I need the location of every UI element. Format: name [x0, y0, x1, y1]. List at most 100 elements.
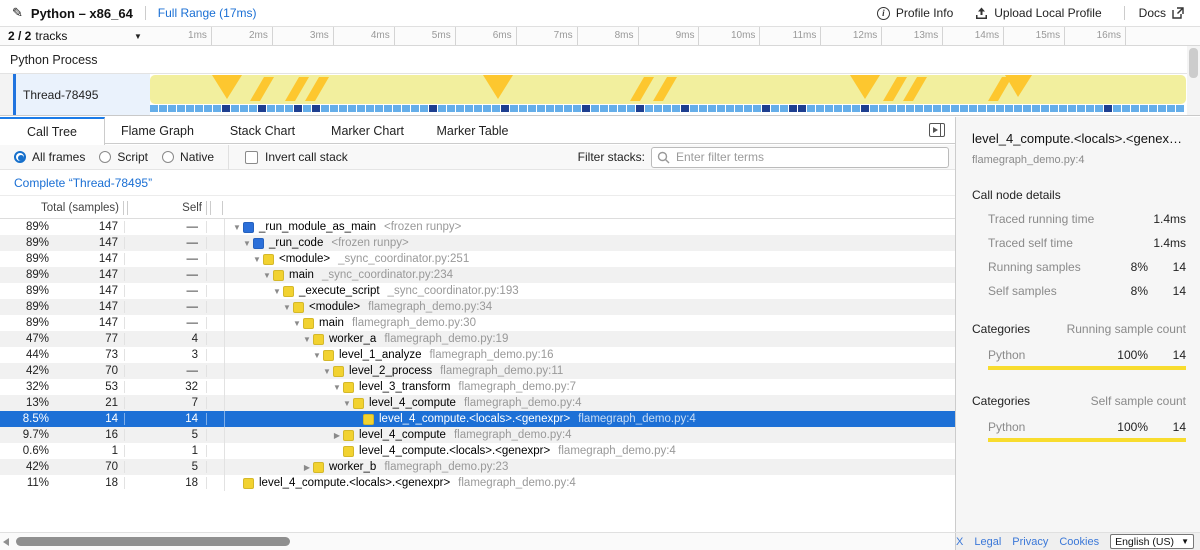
invert-call-stack-checkbox[interactable]	[245, 151, 258, 164]
calltree-row[interactable]: 42%705▶worker_bflamegraph_demo.py:23	[0, 459, 955, 475]
breadcrumb[interactable]: Complete “Thread-78495”	[14, 176, 152, 190]
calltree-row[interactable]: 0.6%11level_4_compute.<locals>.<genexpr>…	[0, 443, 955, 459]
sample-cluster	[1050, 105, 1058, 112]
upload-profile-button[interactable]: Upload Local Profile	[975, 6, 1101, 20]
sample-cluster	[204, 105, 212, 112]
cell-total: 147	[55, 221, 125, 233]
tab-marker-table[interactable]: Marker Table	[420, 117, 525, 144]
twisty-down-icon[interactable]: ▼	[281, 303, 293, 312]
sample-cluster	[348, 105, 356, 112]
function-name: <module>	[279, 253, 330, 265]
sample-cluster	[1032, 105, 1040, 112]
footer-link-x[interactable]: X	[956, 536, 963, 548]
sample-cluster	[879, 105, 887, 112]
footer-link-privacy[interactable]: Privacy	[1012, 536, 1048, 548]
twisty-down-icon[interactable]: ▼	[251, 255, 263, 264]
cell-icon	[207, 299, 225, 315]
filter-stacks-input[interactable]	[651, 147, 949, 168]
twisty-down-icon[interactable]: ▼	[341, 399, 353, 408]
tracks-scrollbar[interactable]	[1187, 46, 1200, 115]
twisty-down-icon[interactable]: ▼	[261, 271, 273, 280]
twisty-down-icon[interactable]: ▼	[231, 223, 243, 232]
calltree-row[interactable]: 89%147—▼_execute_script_sync_coordinator…	[0, 283, 955, 299]
radio-all-frames-label[interactable]: All frames	[32, 150, 85, 164]
tree-cell: ▼level_2_processflamegraph_demo.py:11	[225, 363, 955, 379]
calltree-row[interactable]: 89%147—▼<module>flamegraph_demo.py:34	[0, 299, 955, 315]
radio-native[interactable]	[162, 151, 174, 163]
calltree-row[interactable]: 89%147—▼_run_code<frozen runpy>	[0, 235, 955, 251]
filter-stacks-label: Filter stacks:	[578, 150, 645, 164]
cell-self: —	[125, 301, 207, 313]
tab-marker-chart[interactable]: Marker Chart	[315, 117, 420, 144]
sidebar-toggle-button[interactable]	[929, 123, 945, 137]
edit-profile-name-icon[interactable]: ✎	[12, 5, 23, 21]
thread-track-label[interactable]: Thread-78495	[16, 74, 150, 115]
twisty-down-icon[interactable]: ▼	[321, 367, 333, 376]
thread-activity-graph[interactable]	[150, 74, 1186, 115]
calltree-row[interactable]: 13%217▼level_4_computeflamegraph_demo.py…	[0, 395, 955, 411]
language-value: English (US)	[1115, 536, 1174, 548]
calltree-row[interactable]: 89%147—▼main_sync_coordinator.py:234	[0, 267, 955, 283]
calltree-row[interactable]: 44%733▼level_1_analyzeflamegraph_demo.py…	[0, 347, 955, 363]
tracks-dropdown[interactable]: 2 / 2 tracks ▼	[0, 27, 150, 45]
calltree-row[interactable]: 89%147—▼<module>_sync_coordinator.py:251	[0, 251, 955, 267]
category-blue-icon	[243, 222, 254, 233]
sample-cluster	[546, 105, 554, 112]
twisty-right-icon[interactable]: ▶	[301, 463, 313, 472]
column-resize-handle[interactable]	[206, 201, 211, 215]
cell-pct: 89%	[0, 221, 55, 233]
profile-info-button[interactable]: i Profile Info	[877, 6, 953, 20]
tree-cell: level_4_compute.<locals>.<genexpr>flameg…	[225, 475, 955, 491]
tab-flame-graph[interactable]: Flame Graph	[105, 117, 210, 144]
twisty-down-icon[interactable]: ▼	[311, 351, 323, 360]
invert-call-stack-label[interactable]: Invert call stack	[265, 150, 348, 164]
sample-cluster	[780, 105, 788, 112]
function-file: flamegraph_demo.py:19	[384, 333, 508, 345]
calltree-row[interactable]: 8.5%1414level_4_compute.<locals>.<genexp…	[0, 411, 955, 427]
radio-native-label[interactable]: Native	[180, 150, 214, 164]
full-range-link[interactable]: Full Range (17ms)	[158, 6, 257, 20]
footer-link-legal[interactable]: Legal	[974, 536, 1001, 548]
twisty-down-icon[interactable]: ▼	[291, 319, 303, 328]
ruler-tick	[1064, 27, 1065, 45]
calltree-row[interactable]: 9.7%165▶level_4_computeflamegraph_demo.p…	[0, 427, 955, 443]
tab-stack-chart[interactable]: Stack Chart	[210, 117, 315, 144]
calltree-row[interactable]: 89%147—▼_run_module_as_main<frozen runpy…	[0, 219, 955, 235]
footer-link-cookies[interactable]: Cookies	[1059, 536, 1099, 548]
twisty-down-icon[interactable]: ▼	[331, 383, 343, 392]
sample-cluster-dense	[681, 105, 689, 112]
function-name: level_4_compute	[369, 397, 456, 409]
tracks-scrollbar-thumb[interactable]	[1189, 48, 1198, 78]
twisty-right-icon[interactable]: ▶	[331, 431, 343, 440]
docs-button[interactable]: Docs	[1139, 6, 1190, 20]
column-header-self[interactable]: Self	[128, 202, 202, 214]
track-python-process[interactable]: Python Process	[0, 46, 1200, 74]
tab-call-tree[interactable]: Call Tree	[0, 117, 105, 145]
tree-cell: ▼main_sync_coordinator.py:234	[225, 267, 955, 283]
scroll-left-arrow[interactable]	[3, 538, 9, 546]
tree-cell: level_4_compute.<locals>.<genexpr>flameg…	[225, 443, 955, 459]
calltree-row[interactable]: 47%774▼worker_aflamegraph_demo.py:19	[0, 331, 955, 347]
calltree-row[interactable]: 11%1818level_4_compute.<locals>.<genexpr…	[0, 475, 955, 491]
column-header-total[interactable]: Total (samples)	[0, 202, 119, 214]
ruler-tick	[698, 27, 699, 45]
calltree-row[interactable]: 32%5332▼level_3_transformflamegraph_demo…	[0, 379, 955, 395]
language-select[interactable]: English (US) ▼	[1110, 534, 1194, 549]
twisty-down-icon[interactable]: ▼	[241, 239, 253, 248]
radio-script-label[interactable]: Script	[117, 150, 148, 164]
function-name: level_2_process	[349, 365, 432, 377]
twisty-down-icon[interactable]: ▼	[271, 287, 283, 296]
categories-running-header: Categories Running sample count	[972, 322, 1186, 336]
twisty-down-icon[interactable]: ▼	[301, 335, 313, 344]
calltree-row[interactable]: 42%70—▼level_2_processflamegraph_demo.py…	[0, 363, 955, 379]
sample-cluster	[1167, 105, 1175, 112]
calltree-row[interactable]: 89%147—▼mainflamegraph_demo.py:30	[0, 315, 955, 331]
cell-icon	[207, 427, 225, 443]
radio-script[interactable]	[99, 151, 111, 163]
cell-icon	[207, 315, 225, 331]
radio-all-frames[interactable]	[14, 151, 26, 163]
sample-cluster	[492, 105, 500, 112]
search-icon	[657, 151, 670, 164]
horizontal-scrollbar-thumb[interactable]	[16, 537, 290, 546]
tracks-count: 2 / 2	[8, 29, 31, 43]
